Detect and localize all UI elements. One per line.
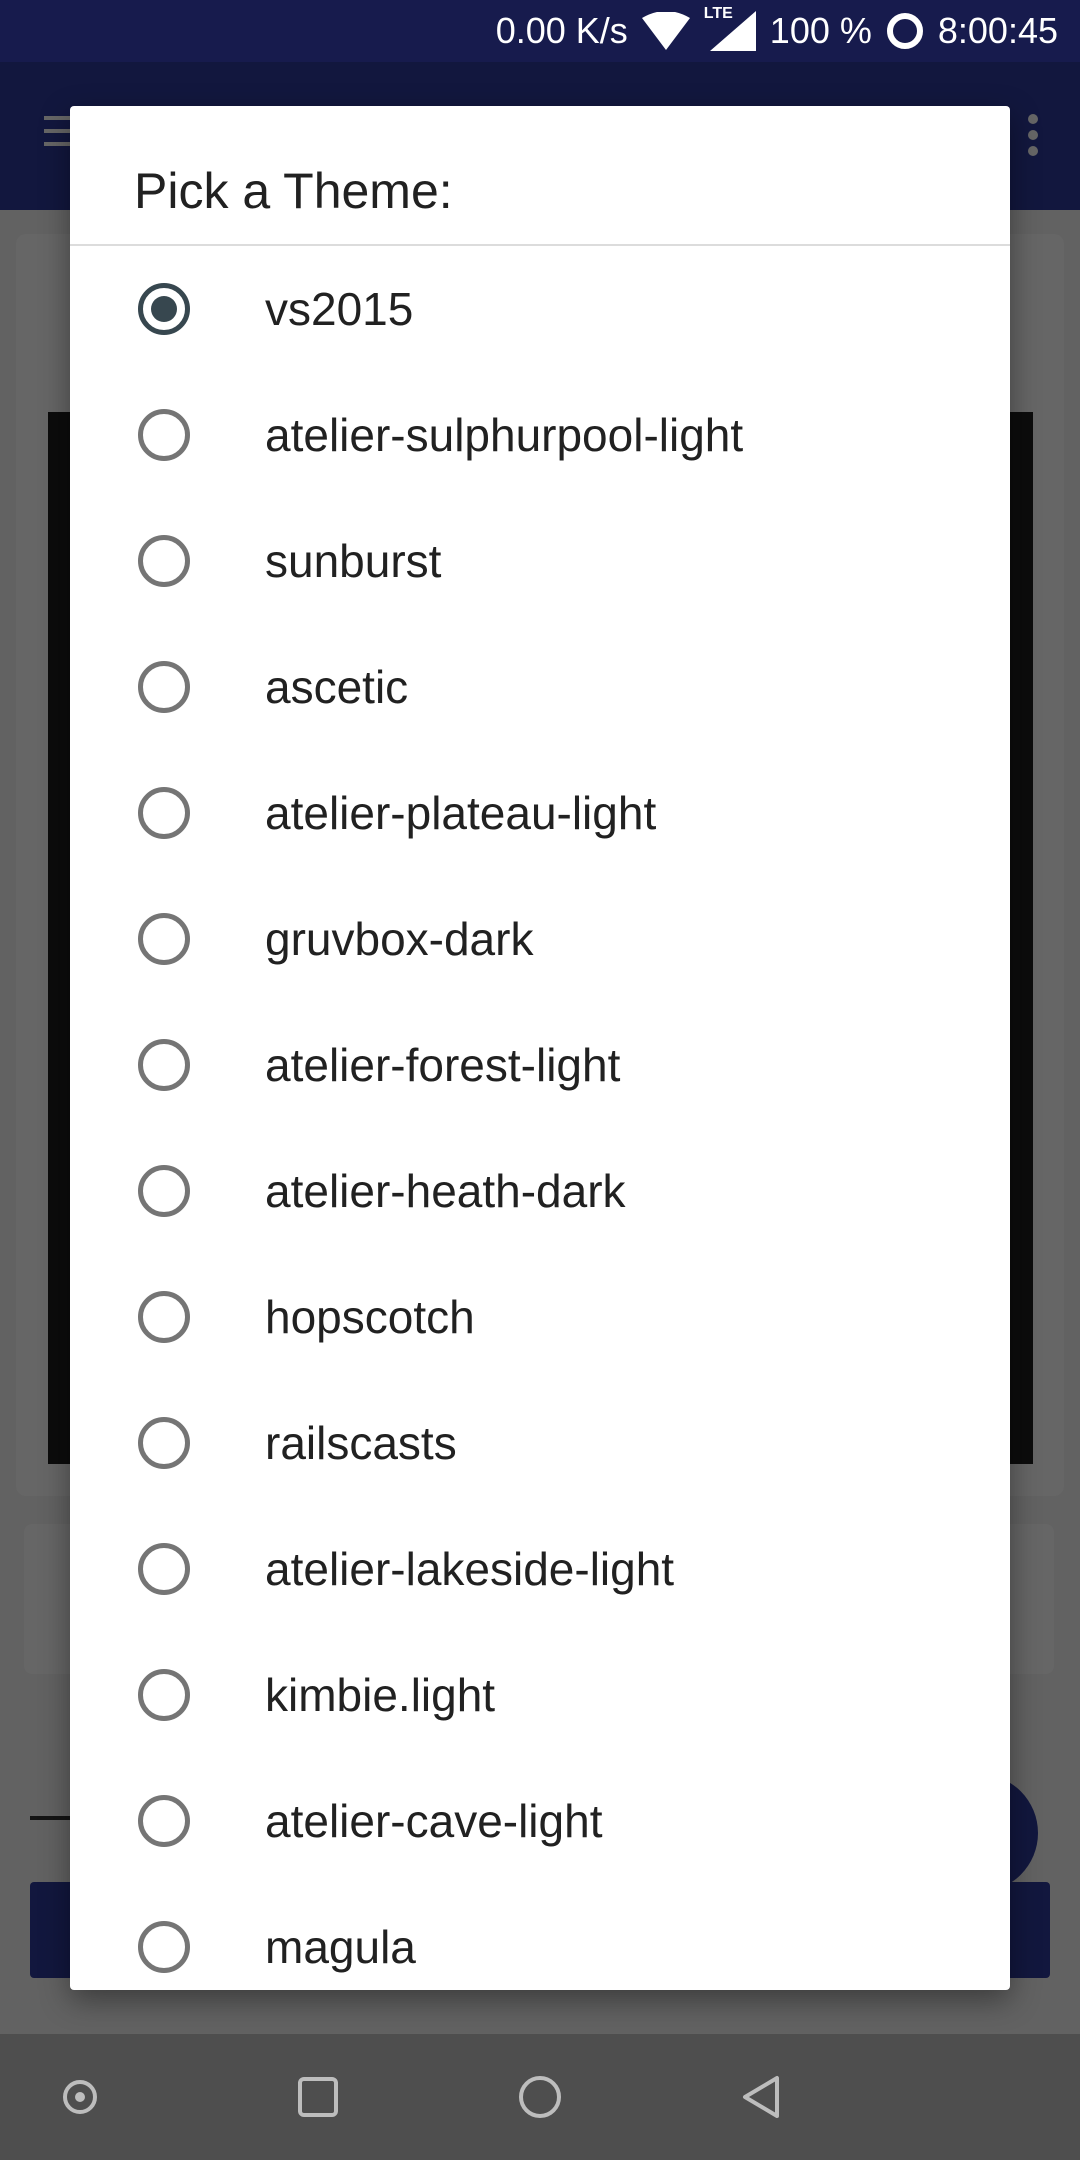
theme-option-label: atelier-sulphurpool-light xyxy=(265,409,744,461)
theme-option-label: atelier-plateau-light xyxy=(265,787,657,839)
theme-option-label: atelier-heath-dark xyxy=(265,1165,626,1217)
theme-option[interactable]: railscasts xyxy=(70,1380,1010,1506)
assist-icon[interactable] xyxy=(50,2067,110,2127)
radio-unchecked-icon[interactable] xyxy=(138,787,190,839)
wifi-icon xyxy=(641,12,690,50)
theme-option[interactable]: atelier-lakeside-light xyxy=(70,1506,1010,1632)
theme-option[interactable]: atelier-forest-light xyxy=(70,1002,1010,1128)
theme-option[interactable]: ascetic xyxy=(70,624,1010,750)
radio-unchecked-icon[interactable] xyxy=(138,661,190,713)
theme-option[interactable]: gruvbox-dark xyxy=(70,876,1010,1002)
radio-unchecked-icon[interactable] xyxy=(138,1417,190,1469)
battery-ring-icon xyxy=(886,12,924,50)
radio-unchecked-icon[interactable] xyxy=(138,409,190,461)
theme-option-label: hopscotch xyxy=(265,1291,475,1343)
recents-icon[interactable] xyxy=(288,2067,348,2127)
theme-option-list[interactable]: vs2015 atelier-sulphurpool-light sunburst a… xyxy=(70,246,1010,1990)
radio-unchecked-icon[interactable] xyxy=(138,1543,190,1595)
clock: 8:00:45 xyxy=(937,10,1058,51)
navigation-bar xyxy=(0,2034,1080,2160)
back-icon[interactable] xyxy=(732,2067,792,2127)
theme-option-label: atelier-cave-light xyxy=(265,1795,603,1847)
home-icon[interactable] xyxy=(510,2067,570,2127)
theme-option[interactable]: atelier-plateau-light xyxy=(70,750,1010,876)
radio-unchecked-icon[interactable] xyxy=(138,1669,190,1721)
theme-option[interactable]: atelier-sulphurpool-light xyxy=(70,372,1010,498)
screen: 0.00 K/s LTE 100 % 8:00:45 Pick a Theme:… xyxy=(0,0,1080,2160)
theme-option-label: gruvbox-dark xyxy=(265,913,534,965)
radio-unchecked-icon[interactable] xyxy=(138,1921,190,1973)
radio-unchecked-icon[interactable] xyxy=(138,913,190,965)
theme-option-label: sunburst xyxy=(265,535,442,587)
radio-unchecked-icon[interactable] xyxy=(138,535,190,587)
status-bar: 0.00 K/s LTE 100 % 8:00:45 xyxy=(0,0,1080,62)
theme-option[interactable]: kimbie.light xyxy=(70,1632,1010,1758)
radio-unchecked-icon[interactable] xyxy=(138,1039,190,1091)
radio-dot xyxy=(151,296,177,322)
theme-option[interactable]: vs2015 xyxy=(70,246,1010,372)
theme-option[interactable]: atelier-cave-light xyxy=(70,1758,1010,1884)
theme-option-label: atelier-forest-light xyxy=(265,1039,621,1091)
net-speed: 0.00 K/s xyxy=(495,10,628,51)
dialog-title: Pick a Theme: xyxy=(70,106,1010,246)
theme-option-label: ascetic xyxy=(265,661,409,713)
radio-unchecked-icon[interactable] xyxy=(138,1165,190,1217)
theme-option-label: magula xyxy=(265,1921,416,1973)
signal-icon: LTE xyxy=(704,5,756,51)
network-type-label: LTE xyxy=(703,5,733,22)
theme-picker-dialog: Pick a Theme: vs2015 atelier-sulphurpool-… xyxy=(70,106,1010,1990)
theme-option[interactable]: hopscotch xyxy=(70,1254,1010,1380)
radio-checked-icon[interactable] xyxy=(138,283,190,335)
theme-option[interactable]: atelier-heath-dark xyxy=(70,1128,1010,1254)
theme-option-label: atelier-lakeside-light xyxy=(265,1543,675,1595)
theme-option-label: kimbie.light xyxy=(265,1669,496,1721)
theme-option[interactable]: magula xyxy=(70,1884,1010,1990)
theme-option-label: vs2015 xyxy=(265,283,414,335)
radio-unchecked-icon[interactable] xyxy=(138,1795,190,1847)
battery-level: 100 % xyxy=(769,10,872,51)
radio-unchecked-icon[interactable] xyxy=(138,1291,190,1343)
theme-option-label: railscasts xyxy=(265,1417,457,1469)
theme-option[interactable]: sunburst xyxy=(70,498,1010,624)
